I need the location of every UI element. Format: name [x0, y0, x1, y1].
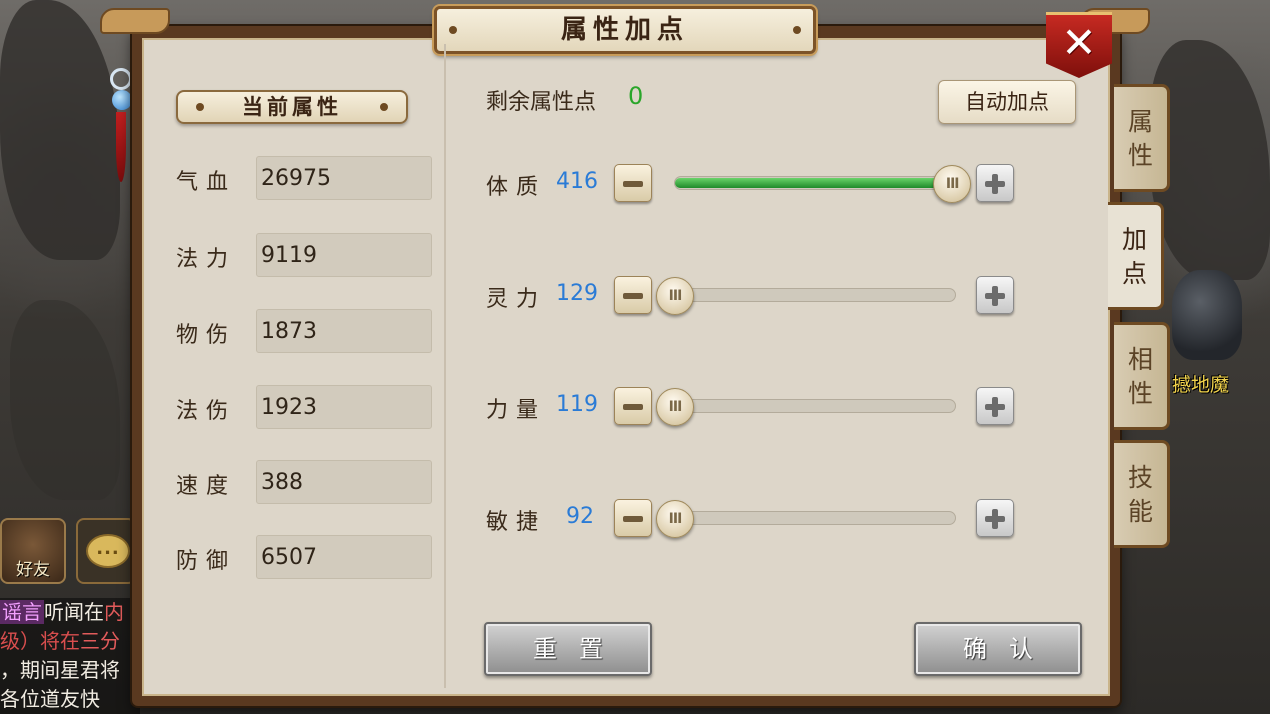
stat-label: 物伤 — [176, 323, 237, 348]
increase-button[interactable] — [976, 164, 1014, 202]
remaining-points-value: 0 — [628, 82, 644, 110]
tab-label: 加点 — [1121, 225, 1147, 288]
attribute-slider[interactable]: III — [656, 277, 956, 315]
chat-line: 各位道友快 — [0, 687, 100, 711]
tab-attributes[interactable]: 属性 — [1114, 84, 1170, 192]
minus-icon — [623, 516, 643, 522]
corner-ornament — [100, 8, 170, 34]
monster-sprite[interactable] — [1172, 270, 1242, 360]
slider-fill — [675, 178, 953, 188]
attribute-label: 敏捷 — [486, 510, 547, 535]
increase-button[interactable] — [976, 499, 1014, 537]
auto-allocate-button[interactable]: 自动加点 — [938, 80, 1076, 124]
decrease-button[interactable] — [614, 499, 652, 537]
attribute-label: 力量 — [486, 398, 547, 423]
attribute-slider[interactable]: III — [674, 165, 972, 203]
minus-icon — [623, 293, 643, 299]
attribute-value: 416 — [556, 169, 598, 194]
minus-icon — [623, 404, 643, 410]
attribute-row-spirit: 灵力 129 III — [486, 274, 1026, 318]
stat-row-magic-damage: 法伤 1923 — [176, 385, 432, 429]
attribute-row-agility: 敏捷 92 III — [486, 497, 1026, 541]
current-attributes-panel — [146, 44, 446, 688]
remaining-points-label: 剩余属性点 — [486, 90, 597, 115]
stat-label: 速度 — [176, 474, 237, 499]
hanging-ornament — [108, 60, 134, 190]
chat-log[interactable]: 谣言 听闻在内 级）将在三分 ，期间星君将 各位道友快 — [0, 598, 140, 714]
tab-affinity[interactable]: 相性 — [1114, 322, 1170, 430]
stat-value: 26975 — [256, 156, 432, 200]
tab-label: 技能 — [1127, 463, 1153, 526]
tab-label: 相性 — [1127, 345, 1153, 408]
chat-line: 谣言 听闻在内 — [0, 600, 124, 624]
increase-button[interactable] — [976, 387, 1014, 425]
slider-handle[interactable]: III — [656, 277, 694, 315]
slider-handle[interactable]: III — [656, 500, 694, 538]
stat-label: 法力 — [176, 247, 237, 272]
slider-handle[interactable]: III — [933, 165, 972, 203]
current-attributes-header: 当前属性 — [176, 90, 408, 124]
decrease-button[interactable] — [614, 164, 652, 202]
attribute-value: 129 — [556, 281, 598, 306]
stat-label: 防御 — [176, 549, 237, 574]
tab-allocate[interactable]: 加点 — [1108, 202, 1164, 310]
decrease-button[interactable] — [614, 276, 652, 314]
slider-handle[interactable]: III — [656, 388, 694, 426]
confirm-button[interactable]: 确认 — [914, 622, 1082, 676]
stat-row-speed: 速度 388 — [176, 460, 432, 504]
dialog-title: 属性加点 — [434, 6, 816, 54]
chat-bubble-icon — [86, 534, 130, 568]
stat-row-mana: 法力 9119 — [176, 233, 432, 277]
chat-line: ，期间星君将 — [0, 658, 120, 682]
attribute-row-strength: 力量 119 III — [486, 385, 1026, 429]
stat-value: 6507 — [256, 535, 432, 579]
friend-button[interactable]: 好友 — [0, 518, 66, 584]
attribute-slider[interactable]: III — [656, 388, 956, 426]
stat-label: 气血 — [176, 170, 237, 195]
stat-value: 1923 — [256, 385, 432, 429]
tab-skills[interactable]: 技能 — [1114, 440, 1170, 548]
reset-button[interactable]: 重置 — [484, 622, 652, 676]
attribute-slider[interactable]: III — [656, 500, 956, 538]
decrease-button[interactable] — [614, 387, 652, 425]
stat-value: 9119 — [256, 233, 432, 277]
monster-name[interactable]: 撼地魔 — [1172, 370, 1229, 397]
increase-button[interactable] — [976, 276, 1014, 314]
close-icon: ✕ — [1061, 18, 1097, 67]
attribute-label: 体质 — [486, 175, 547, 200]
stat-row-hp: 气血 26975 — [176, 156, 432, 200]
friend-button-label: 好友 — [16, 560, 50, 580]
chat-line: 级）将在三分 — [0, 629, 120, 653]
attribute-value: 119 — [556, 392, 598, 417]
stat-label: 法伤 — [176, 399, 237, 424]
tab-label: 属性 — [1127, 107, 1153, 170]
stat-row-physical-damage: 物伤 1873 — [176, 309, 432, 353]
stat-value: 1873 — [256, 309, 432, 353]
attribute-row-constitution: 体质 416 III — [486, 162, 1026, 206]
chat-button[interactable] — [76, 518, 136, 584]
attribute-label: 灵力 — [486, 287, 547, 312]
stat-value: 388 — [256, 460, 432, 504]
attribute-value: 92 — [566, 504, 594, 529]
minus-icon — [623, 181, 643, 187]
stat-row-defense: 防御 6507 — [176, 535, 432, 579]
